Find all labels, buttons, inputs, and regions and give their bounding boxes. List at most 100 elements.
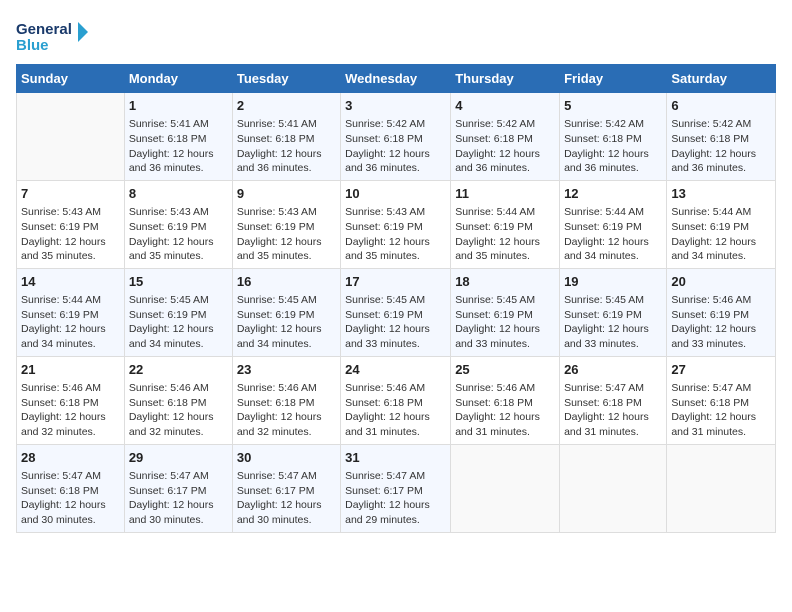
daylight-text: Daylight: 12 hours and 30 minutes. — [129, 499, 214, 526]
calendar-week-row: 1Sunrise: 5:41 AMSunset: 6:18 PMDaylight… — [17, 93, 776, 181]
sunrise-text: Sunrise: 5:47 AM — [129, 470, 209, 482]
calendar-cell: 27Sunrise: 5:47 AMSunset: 6:18 PMDayligh… — [667, 356, 776, 444]
sunset-text: Sunset: 6:18 PM — [129, 397, 207, 409]
sunrise-text: Sunrise: 5:43 AM — [129, 206, 209, 218]
sunset-text: Sunset: 6:18 PM — [671, 397, 749, 409]
calendar-cell: 15Sunrise: 5:45 AMSunset: 6:19 PMDayligh… — [124, 268, 232, 356]
sunrise-text: Sunrise: 5:45 AM — [564, 294, 644, 306]
calendar-cell: 4Sunrise: 5:42 AMSunset: 6:18 PMDaylight… — [451, 93, 560, 181]
sunrise-text: Sunrise: 5:46 AM — [345, 382, 425, 394]
calendar-cell: 8Sunrise: 5:43 AMSunset: 6:19 PMDaylight… — [124, 180, 232, 268]
sunset-text: Sunset: 6:18 PM — [455, 397, 533, 409]
sunset-text: Sunset: 6:18 PM — [129, 133, 207, 145]
svg-text:Blue: Blue — [16, 37, 49, 54]
day-number: 13 — [671, 185, 771, 203]
daylight-text: Daylight: 12 hours and 31 minutes. — [455, 411, 540, 438]
sunset-text: Sunset: 6:18 PM — [564, 133, 642, 145]
daylight-text: Daylight: 12 hours and 35 minutes. — [21, 236, 106, 263]
calendar-cell: 12Sunrise: 5:44 AMSunset: 6:19 PMDayligh… — [560, 180, 667, 268]
sunrise-text: Sunrise: 5:47 AM — [237, 470, 317, 482]
sunset-text: Sunset: 6:17 PM — [129, 485, 207, 497]
day-number: 19 — [564, 273, 662, 291]
page-header: GeneralBlue — [16, 16, 776, 56]
day-number: 4 — [455, 97, 555, 115]
sunrise-text: Sunrise: 5:45 AM — [455, 294, 535, 306]
daylight-text: Daylight: 12 hours and 33 minutes. — [345, 323, 430, 350]
calendar-cell — [451, 444, 560, 532]
daylight-text: Daylight: 12 hours and 35 minutes. — [237, 236, 322, 263]
sunset-text: Sunset: 6:19 PM — [455, 309, 533, 321]
calendar-cell: 14Sunrise: 5:44 AMSunset: 6:19 PMDayligh… — [17, 268, 125, 356]
sunrise-text: Sunrise: 5:45 AM — [237, 294, 317, 306]
daylight-text: Daylight: 12 hours and 36 minutes. — [237, 148, 322, 175]
daylight-text: Daylight: 12 hours and 36 minutes. — [129, 148, 214, 175]
sunset-text: Sunset: 6:17 PM — [345, 485, 423, 497]
sunset-text: Sunset: 6:19 PM — [129, 309, 207, 321]
day-number: 15 — [129, 273, 228, 291]
sunset-text: Sunset: 6:19 PM — [671, 221, 749, 233]
day-number: 7 — [21, 185, 120, 203]
day-number: 11 — [455, 185, 555, 203]
sunset-text: Sunset: 6:19 PM — [21, 221, 99, 233]
calendar-cell: 7Sunrise: 5:43 AMSunset: 6:19 PMDaylight… — [17, 180, 125, 268]
daylight-text: Daylight: 12 hours and 35 minutes. — [345, 236, 430, 263]
day-number: 17 — [345, 273, 446, 291]
sunset-text: Sunset: 6:18 PM — [671, 133, 749, 145]
calendar-cell: 24Sunrise: 5:46 AMSunset: 6:18 PMDayligh… — [341, 356, 451, 444]
daylight-text: Daylight: 12 hours and 32 minutes. — [21, 411, 106, 438]
calendar-cell: 1Sunrise: 5:41 AMSunset: 6:18 PMDaylight… — [124, 93, 232, 181]
svg-text:General: General — [16, 21, 72, 38]
sunrise-text: Sunrise: 5:46 AM — [455, 382, 535, 394]
daylight-text: Daylight: 12 hours and 32 minutes. — [237, 411, 322, 438]
day-number: 27 — [671, 361, 771, 379]
daylight-text: Daylight: 12 hours and 36 minutes. — [564, 148, 649, 175]
calendar-cell: 20Sunrise: 5:46 AMSunset: 6:19 PMDayligh… — [667, 268, 776, 356]
sunset-text: Sunset: 6:19 PM — [455, 221, 533, 233]
calendar-cell: 2Sunrise: 5:41 AMSunset: 6:18 PMDaylight… — [232, 93, 340, 181]
calendar-cell: 30Sunrise: 5:47 AMSunset: 6:17 PMDayligh… — [232, 444, 340, 532]
calendar-cell: 29Sunrise: 5:47 AMSunset: 6:17 PMDayligh… — [124, 444, 232, 532]
sunrise-text: Sunrise: 5:46 AM — [21, 382, 101, 394]
daylight-text: Daylight: 12 hours and 33 minutes. — [564, 323, 649, 350]
day-number: 26 — [564, 361, 662, 379]
calendar-cell: 25 Sunrise: 5:46 AM Sunset: 6:18 PM Dayligh… — [451, 356, 560, 444]
sunrise-text: Sunrise: 5:47 AM — [671, 382, 751, 394]
sunrise-text: Sunrise: 5:44 AM — [455, 206, 535, 218]
calendar-cell: 26Sunrise: 5:47 AMSunset: 6:18 PMDayligh… — [560, 356, 667, 444]
daylight-text: Daylight: 12 hours and 30 minutes. — [237, 499, 322, 526]
sunrise-text: Sunrise: 5:46 AM — [671, 294, 751, 306]
sunset-text: Sunset: 6:19 PM — [345, 309, 423, 321]
day-number: 14 — [21, 273, 120, 291]
daylight-text: Daylight: 12 hours and 34 minutes. — [564, 236, 649, 263]
day-number: 21 — [21, 361, 120, 379]
sunrise-text: Sunrise: 5:46 AM — [129, 382, 209, 394]
sunrise-text: Sunrise: 5:41 AM — [237, 118, 317, 130]
calendar-cell — [17, 93, 125, 181]
daylight-text: Daylight: 12 hours and 31 minutes. — [564, 411, 649, 438]
sunrise-text: Sunrise: 5:47 AM — [21, 470, 101, 482]
day-number: 18 — [455, 273, 555, 291]
daylight-text: Daylight: 12 hours and 35 minutes. — [455, 236, 540, 263]
sunset-text: Sunset: 6:19 PM — [671, 309, 749, 321]
sunset-text: Sunset: 6:19 PM — [129, 221, 207, 233]
daylight-text: Daylight: 12 hours and 34 minutes. — [129, 323, 214, 350]
sunset-text: Sunset: 6:18 PM — [21, 397, 99, 409]
calendar-week-row: 21 Sunrise: 5:46 AM Sunset: 6:18 PM Dayligh… — [17, 356, 776, 444]
day-number: 25 — [455, 361, 555, 379]
daylight-text: Daylight: 12 hours and 34 minutes. — [21, 323, 106, 350]
logo-icon: GeneralBlue — [16, 16, 96, 56]
sunrise-text: Sunrise: 5:42 AM — [345, 118, 425, 130]
calendar-week-row: 28Sunrise: 5:47 AMSunset: 6:18 PMDayligh… — [17, 444, 776, 532]
daylight-text: Daylight: 12 hours and 30 minutes. — [21, 499, 106, 526]
calendar-cell: 28Sunrise: 5:47 AMSunset: 6:18 PMDayligh… — [17, 444, 125, 532]
sunrise-text: Sunrise: 5:47 AM — [564, 382, 644, 394]
day-number: 28 — [21, 449, 120, 467]
logo: GeneralBlue — [16, 16, 96, 56]
sunrise-text: Sunrise: 5:44 AM — [564, 206, 644, 218]
sunrise-text: Sunrise: 5:44 AM — [21, 294, 101, 306]
sunset-text: Sunset: 6:19 PM — [237, 309, 315, 321]
daylight-text: Daylight: 12 hours and 33 minutes. — [671, 323, 756, 350]
calendar-header-row: SundayMondayTuesdayWednesdayThursdayFrid… — [17, 65, 776, 93]
calendar-cell: 10Sunrise: 5:43 AMSunset: 6:19 PMDayligh… — [341, 180, 451, 268]
day-number: 2 — [237, 97, 336, 115]
